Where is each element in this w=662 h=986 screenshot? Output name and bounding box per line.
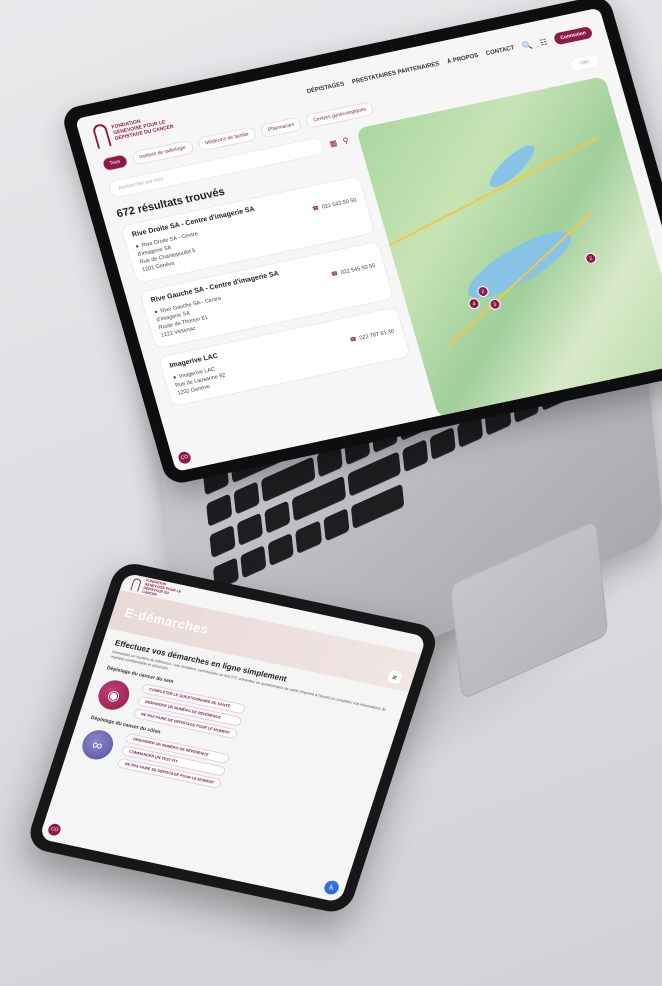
filter-all[interactable]: Tous [100,153,129,173]
keyboard-key [429,426,457,461]
result-phone[interactable]: ☎022 543 50 50 [311,196,364,236]
tablet-screen: FONDATION GENEVOISE POUR LE DÉPISTAGE DU… [38,572,427,903]
map-road [448,212,592,346]
accessibility-icon[interactable]: ♿ [322,879,341,896]
filter-pharmacies[interactable]: Pharmacies [259,116,303,139]
result-phone[interactable]: ☎022 545 50 55 [330,262,383,302]
location-pin-icon: ● [153,309,159,316]
nav-item-contact[interactable]: CONTACT [485,45,515,57]
map-lake [459,220,580,310]
map-marker[interactable]: 4 [467,297,481,311]
keyboard-key [233,481,260,515]
map-pin-icon[interactable]: ⚲ [342,135,350,145]
phone-icon: ☎ [330,270,339,279]
phone-icon: ☎ [349,336,358,344]
colon-illustration-icon: ∞ [78,727,118,763]
result-address: ●Rive Droite SA - Centre d'imagerie SA R… [134,231,199,274]
chat-badge[interactable]: CO [46,822,63,837]
keyboard-key [209,525,236,559]
location-pin-icon: ● [172,374,178,382]
connect-button[interactable]: Connexion [553,25,594,46]
nav-item-prestataires[interactable]: PRESTATAIRES PARTENAIRES [351,61,440,85]
keyboard-key [267,532,295,566]
location-pin-icon: ● [134,243,140,251]
keyboard-key [402,439,429,473]
page-title: E-démarches [122,604,211,637]
result-phone[interactable]: ☎022 787 61 30 [349,328,400,360]
map-road [388,136,600,247]
keyboard-key [240,544,267,579]
map-lake [484,139,540,193]
keyboard-key [237,512,264,547]
language-icon[interactable]: ☷ [539,37,549,47]
hamburger-menu-icon[interactable]: ≡ [386,670,403,685]
map-marker[interactable]: 2 [583,251,598,265]
result-address: ●Rive Gauche SA - Centre d'imagerie SA R… [153,295,222,339]
breast-illustration-icon: ◉ [94,677,134,713]
search-icon[interactable]: 🔍 [521,40,533,51]
list-view-icon[interactable]: ▦ [328,138,338,148]
keyboard-key [264,500,291,535]
logo-mark-icon [130,577,143,592]
phone-icon: ☎ [311,205,321,213]
nav-item-a-propos[interactable]: À PROPOS [447,53,480,65]
keyboard-key [206,493,233,527]
keyboard-key [322,507,350,542]
nav-item-depistages[interactable]: DÉPISTAGES [306,81,345,95]
logo-mark-icon [91,122,112,149]
result-address: ●Imagerive LAC Rue de Lausanne 82 1202 G… [172,366,227,397]
map-marker[interactable]: 3 [487,297,502,311]
keyboard-key [295,520,322,554]
location-input[interactable]: Ville [567,52,602,73]
